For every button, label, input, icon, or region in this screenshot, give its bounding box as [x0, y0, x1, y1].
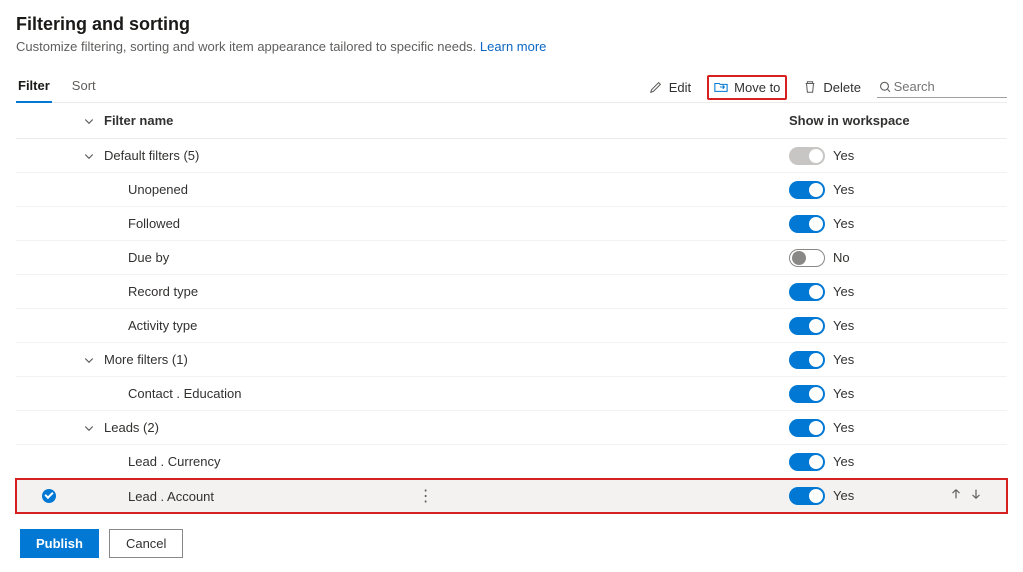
filter-name: Lead . Account ⋮ [104, 486, 789, 506]
move-to-button[interactable]: Move to [707, 75, 787, 100]
show-toggle[interactable] [789, 181, 825, 199]
search-input[interactable] [892, 78, 1005, 95]
tab-sort[interactable]: Sort [70, 72, 98, 103]
filter-name: Followed [104, 216, 789, 231]
filter-name: Activity type [104, 318, 789, 333]
chevron-down-icon[interactable] [83, 115, 95, 127]
edit-label: Edit [669, 80, 691, 95]
filter-name: Record type [104, 284, 789, 299]
row-menu-button[interactable]: ⋮ [418, 488, 435, 505]
group-row[interactable]: Default filters (5) Yes [16, 139, 1007, 173]
group-name: Leads (2) [104, 420, 789, 435]
group-name: Default filters (5) [104, 148, 789, 163]
filter-row[interactable]: Unopened Yes [16, 173, 1007, 207]
move-to-label: Move to [734, 80, 780, 95]
toggle-label: Yes [833, 318, 854, 333]
search-icon [879, 80, 892, 94]
row-selected-indicator[interactable] [42, 489, 56, 503]
filter-name: Lead . Currency [104, 454, 789, 469]
show-toggle[interactable] [789, 419, 825, 437]
toggle-label: Yes [833, 488, 854, 503]
toggle-label: Yes [833, 352, 854, 367]
page-title: Filtering and sorting [16, 14, 1007, 35]
filter-name: Due by [104, 250, 789, 265]
toggle-label: Yes [833, 182, 854, 197]
delete-button[interactable]: Delete [797, 76, 867, 99]
show-toggle[interactable] [789, 147, 825, 165]
edit-button[interactable]: Edit [643, 76, 697, 99]
move-up-button[interactable] [949, 487, 963, 504]
toggle-label: Yes [833, 216, 854, 231]
subtitle-text: Customize filtering, sorting and work it… [16, 39, 476, 54]
filter-name: Contact . Education [104, 386, 789, 401]
table-header: Filter name Show in workspace [16, 103, 1007, 139]
page-subtitle: Customize filtering, sorting and work it… [16, 39, 1007, 54]
learn-more-link[interactable]: Learn more [480, 39, 546, 54]
filter-row[interactable]: Record type Yes [16, 275, 1007, 309]
filter-list: Default filters (5)YesUnopenedYesFollowe… [16, 139, 1007, 513]
expand-toggle[interactable] [74, 422, 104, 434]
show-toggle[interactable] [789, 249, 825, 267]
column-header-show[interactable]: Show in workspace [789, 113, 949, 128]
expand-toggle[interactable] [74, 354, 104, 366]
column-header-name[interactable]: Filter name [104, 113, 789, 128]
show-toggle[interactable] [789, 453, 825, 471]
toggle-label: Yes [833, 454, 854, 469]
show-toggle[interactable] [789, 283, 825, 301]
trash-icon [803, 80, 817, 94]
toggle-label: Yes [833, 284, 854, 299]
filter-row[interactable]: Lead . Account ⋮ Yes [16, 479, 1007, 513]
filter-name: Unopened [104, 182, 789, 197]
filter-row[interactable]: Followed Yes [16, 207, 1007, 241]
group-name: More filters (1) [104, 352, 789, 367]
show-toggle[interactable] [789, 385, 825, 403]
delete-label: Delete [823, 80, 861, 95]
filter-row[interactable]: Due by No [16, 241, 1007, 275]
tab-filter[interactable]: Filter [16, 72, 52, 103]
pencil-icon [649, 80, 663, 94]
toggle-label: Yes [833, 386, 854, 401]
group-row[interactable]: More filters (1) Yes [16, 343, 1007, 377]
show-toggle[interactable] [789, 215, 825, 233]
filter-row[interactable]: Activity type Yes [16, 309, 1007, 343]
toggle-label: Yes [833, 420, 854, 435]
expand-toggle[interactable] [74, 150, 104, 162]
group-row[interactable]: Leads (2) Yes [16, 411, 1007, 445]
move-down-button[interactable] [969, 487, 983, 504]
tab-bar: Filter Sort Edit Move to Delete [16, 72, 1007, 103]
show-toggle[interactable] [789, 487, 825, 505]
search-field[interactable] [877, 76, 1007, 98]
filter-row[interactable]: Contact . Education Yes [16, 377, 1007, 411]
show-toggle[interactable] [789, 351, 825, 369]
toggle-label: No [833, 250, 850, 265]
toggle-label: Yes [833, 148, 854, 163]
show-toggle[interactable] [789, 317, 825, 335]
folder-move-icon [714, 80, 728, 94]
publish-button[interactable]: Publish [20, 529, 99, 558]
filter-row[interactable]: Lead . Currency Yes [16, 445, 1007, 479]
cancel-button[interactable]: Cancel [109, 529, 183, 558]
